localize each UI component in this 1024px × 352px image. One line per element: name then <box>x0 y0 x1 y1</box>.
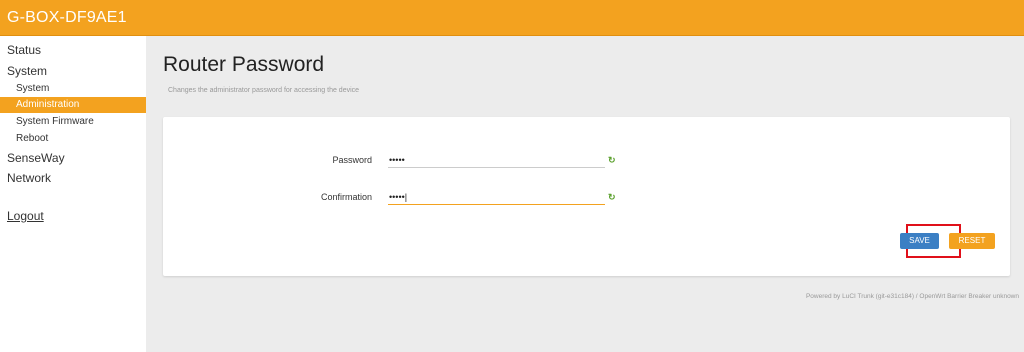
footer-text: Powered by LuCI Trunk (git-e31c184) / Op… <box>805 293 1019 300</box>
sidebar-subitem-reboot[interactable]: Reboot <box>0 133 146 144</box>
page-description: Changes the administrator password for a… <box>168 87 360 94</box>
password-label: Password <box>332 155 372 165</box>
sidebar-subitem-system[interactable]: System <box>0 83 146 94</box>
sidebar-item-network[interactable]: Network <box>0 171 146 185</box>
sidebar: Status System System Administration Syst… <box>0 36 146 352</box>
top-header-bar: G-BOX-DF9AE1 <box>0 0 1024 36</box>
reset-button[interactable]: RESET <box>949 233 995 249</box>
confirmation-input[interactable] <box>388 189 605 205</box>
sidebar-item-status[interactable]: Status <box>0 43 146 57</box>
sidebar-item-senseway[interactable]: SenseWay <box>0 151 146 165</box>
refresh-toggle-icon[interactable]: ↻ <box>608 192 616 203</box>
refresh-toggle-icon[interactable]: ↻ <box>608 155 616 166</box>
logout-link[interactable]: Logout <box>0 209 146 223</box>
password-form-panel: Password ↻ Confirmation ↻ SAVE RESET <box>163 117 1010 276</box>
main-content: Router Password Changes the administrato… <box>146 36 1024 352</box>
confirmation-label: Confirmation <box>320 192 372 202</box>
save-button[interactable]: SAVE <box>900 233 939 249</box>
sidebar-item-system[interactable]: System <box>0 64 146 78</box>
sidebar-subitem-system-firmware[interactable]: System Firmware <box>0 116 146 127</box>
sidebar-subitem-administration[interactable]: Administration <box>0 97 146 113</box>
password-input[interactable] <box>388 152 605 168</box>
device-hostname: G-BOX-DF9AE1 <box>7 9 127 26</box>
page-title: Router Password <box>163 53 325 76</box>
